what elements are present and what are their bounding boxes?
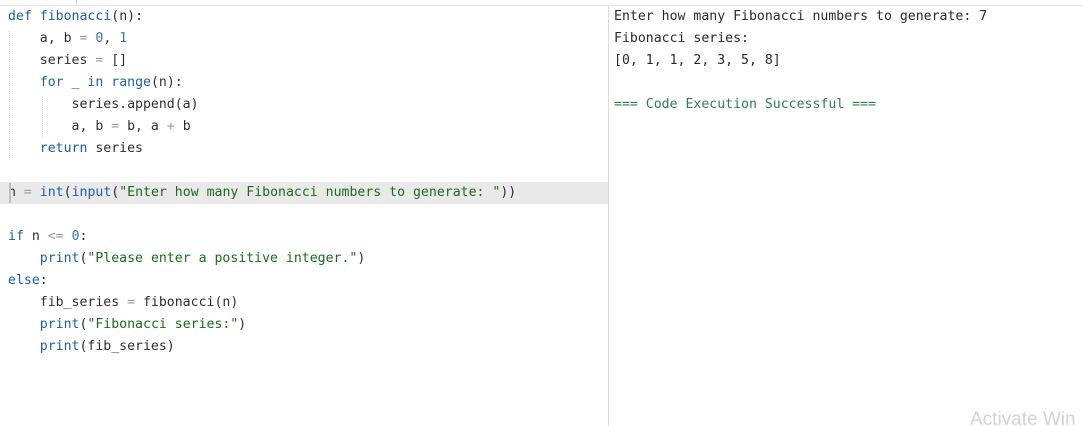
code-token: : [79,229,88,244]
indent-guide [42,97,43,138]
code-token: = [127,295,136,310]
code-line-text: for _ in range(n): [8,72,183,94]
code-token: "Fibonacci series:" [87,317,239,332]
code-token: fibonacci [39,9,112,24]
code-token: print [39,317,80,332]
code-token: + [166,119,175,134]
execution-status-line: === Code Execution Successful === [614,97,877,112]
ide-window: def fibonacci(n): a, b = 0, 1 series = [… [0,0,1083,426]
code-token: = [23,185,32,200]
code-token: ) [238,317,247,332]
code-token: fib_series [8,295,128,310]
code-line[interactable]: series.append(a) [0,94,608,116]
code-line[interactable] [0,204,608,226]
code-token: series.append(a) [8,97,199,112]
code-token: if [8,229,24,244]
code-token: 1 [119,31,128,46]
code-line-text: fib_series = fibonacci(n) [8,292,239,314]
code-token: "Enter how many Fibonacci numbers to gen… [119,185,501,200]
code-token: (n): [111,9,144,24]
code-line[interactable]: a, b = b, a + b [0,116,608,138]
code-line[interactable]: return series [0,138,608,160]
code-line[interactable]: for _ in range(n): [0,72,608,94]
code-token: "Please enter a positive integer." [87,251,358,266]
code-editor[interactable]: def fibonacci(n): a, b = 0, 1 series = [… [0,6,608,426]
code-line-text: a, b = b, a + b [8,116,191,138]
code-line[interactable]: fib_series = fibonacci(n) [0,292,608,314]
code-token: : [39,273,48,288]
code-token: ) [357,251,366,266]
code-token: 0 [71,229,80,244]
code-line-text: series.append(a) [8,94,199,116]
code-line[interactable]: series = [] [0,50,608,72]
code-line[interactable]: def fibonacci(n): [0,6,608,28]
code-token: _ [63,75,88,90]
code-token: <= [47,229,64,244]
code-line-text: n = int(input("Enter how many Fibonacci … [8,182,516,204]
code-token: else [8,273,40,288]
code-token: , [103,31,120,46]
code-token: return [39,141,88,156]
indent-guide [9,31,10,160]
code-token: [] [103,53,128,68]
code-line[interactable]: else: [0,270,608,292]
code-line-text: if n <= 0: [8,226,87,248]
code-line-text: a, b = 0, 1 [8,28,127,50]
code-line[interactable]: print("Fibonacci series:") [0,314,608,336]
code-token: )) [500,185,517,200]
code-line-text: print("Fibonacci series:") [8,314,246,336]
code-token: series [87,141,143,156]
code-token: series [8,53,96,68]
code-token: input [71,185,112,200]
code-line-text: return series [8,138,143,160]
output-line: Fibonacci series: [614,31,749,46]
code-token: a, b [8,119,112,134]
output-console: Enter how many Fibonacci numbers to gene… [609,6,1083,426]
code-token: def [8,9,32,24]
toolbar-divider [76,0,77,5]
code-line[interactable]: if n <= 0: [0,226,608,248]
code-token: ( [63,185,72,200]
code-line[interactable]: a, b = 0, 1 [0,28,608,50]
activate-windows-watermark: Activate Win [970,409,1076,426]
code-line[interactable]: print(fib_series) [0,336,608,358]
code-token: in [87,75,104,90]
code-line[interactable]: print("Please enter a positive integer."… [0,248,608,270]
code-token: print [39,339,80,354]
code-line-text: def fibonacci(n): [8,6,143,28]
code-line-text: print("Please enter a positive integer."… [8,248,366,270]
code-line[interactable]: n = int(input("Enter how many Fibonacci … [0,182,608,204]
code-token: (n): [150,75,183,90]
output-line: [0, 1, 1, 2, 3, 5, 8] [614,53,781,68]
code-token: int [39,185,64,200]
code-line-text: series = [] [8,50,127,72]
code-line[interactable] [0,160,608,182]
code-token: print [39,251,80,266]
code-token: = [111,119,120,134]
code-token: fibonacci(n) [135,295,239,310]
text-cursor [9,183,11,203]
code-token: range [111,75,151,90]
code-line-text: else: [8,270,48,292]
code-token: n [23,229,48,244]
code-token: a, b [8,31,80,46]
code-line-text: print(fib_series) [8,336,175,358]
output-line: Enter how many Fibonacci numbers to gene… [614,9,988,24]
code-token: b, a [119,119,167,134]
code-token: for [39,75,64,90]
code-token: b [174,119,191,134]
code-token: (fib_series) [79,339,175,354]
